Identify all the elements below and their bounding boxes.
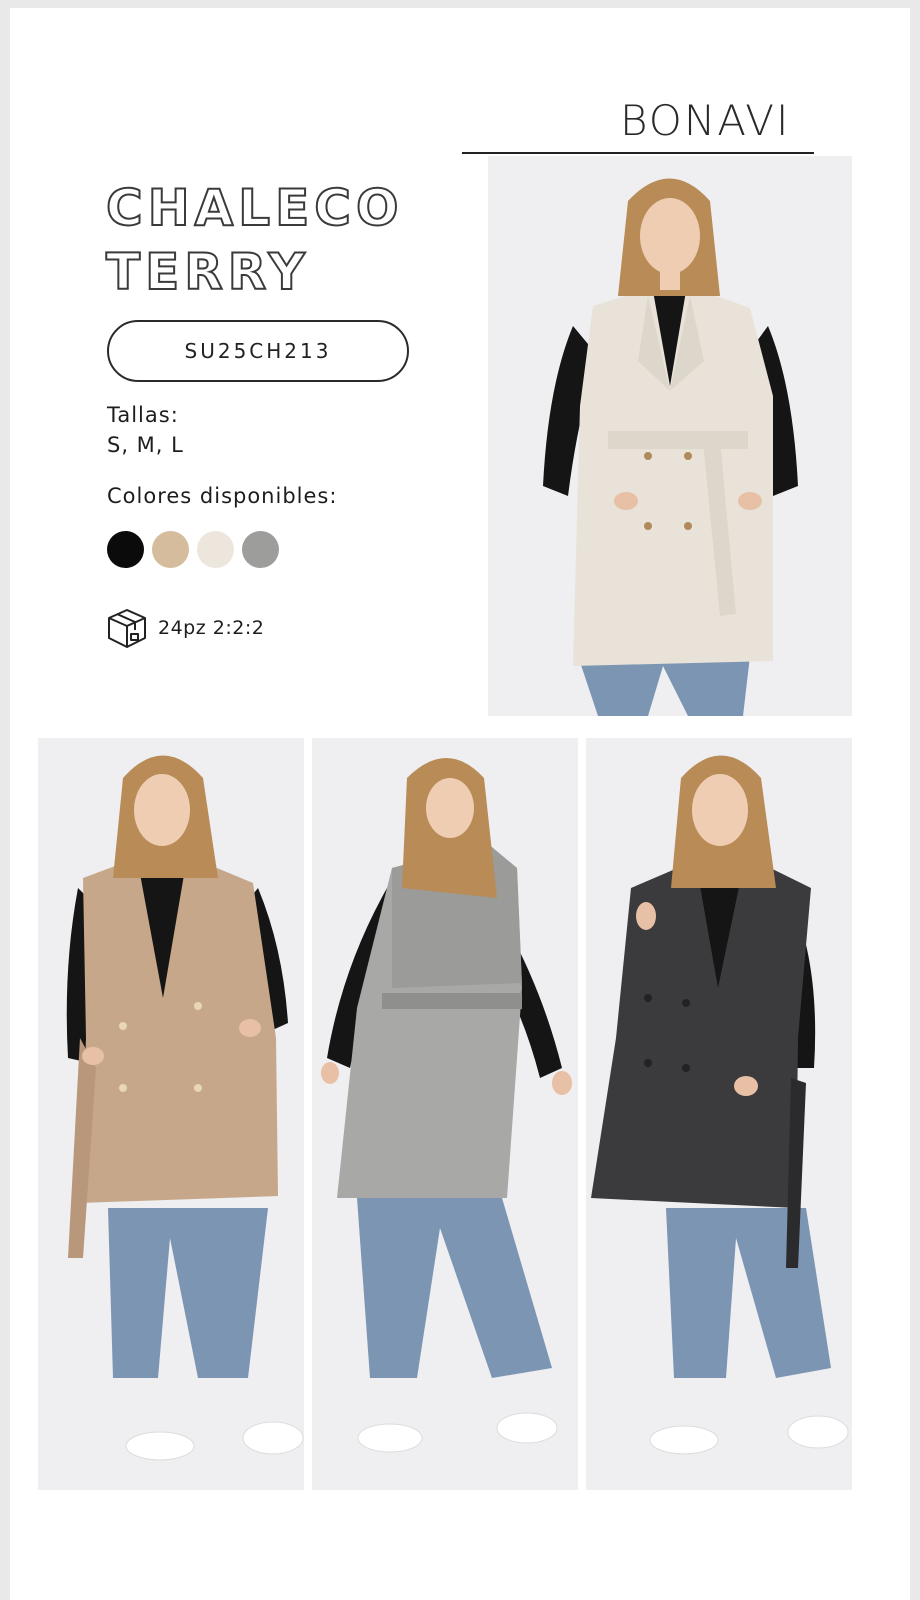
product-title-line-1: CHALECO <box>105 178 404 238</box>
color-swatches <box>107 531 279 568</box>
color-swatch-camel[interactable] <box>152 531 189 568</box>
model-charcoal-illustration <box>586 738 852 1490</box>
colors-label: Colores disponibles: <box>107 484 338 508</box>
brand-divider <box>462 152 814 154</box>
pack-text: 24pz 2:2:2 <box>158 617 265 639</box>
sku-badge: SU25CH213 <box>107 320 409 382</box>
color-swatch-gray[interactable] <box>242 531 279 568</box>
model-ivory-illustration <box>488 156 852 716</box>
sku-text: SU25CH213 <box>184 339 332 363</box>
camel-photo <box>38 738 304 1490</box>
main-ivory-photo <box>488 156 852 716</box>
sizes-value: S, M, L <box>107 433 184 457</box>
product-title-line-2: TERRY <box>105 242 310 302</box>
pack-info: 24pz 2:2:2 <box>106 606 264 650</box>
gray-back-photo <box>312 738 578 1490</box>
color-swatch-ivory[interactable] <box>197 531 234 568</box>
box-icon <box>108 609 146 648</box>
product-sheet: BONAVI CHALECO TERRY SU25CH213 Tallas: S… <box>10 8 910 1600</box>
model-gray-illustration <box>312 738 578 1490</box>
brand-logo: BONAVI <box>620 96 791 145</box>
color-swatch-black[interactable] <box>107 531 144 568</box>
charcoal-photo <box>586 738 852 1490</box>
product-title: CHALECO TERRY <box>105 176 436 304</box>
model-camel-illustration <box>38 738 304 1490</box>
sizes-label: Tallas: <box>107 403 179 427</box>
